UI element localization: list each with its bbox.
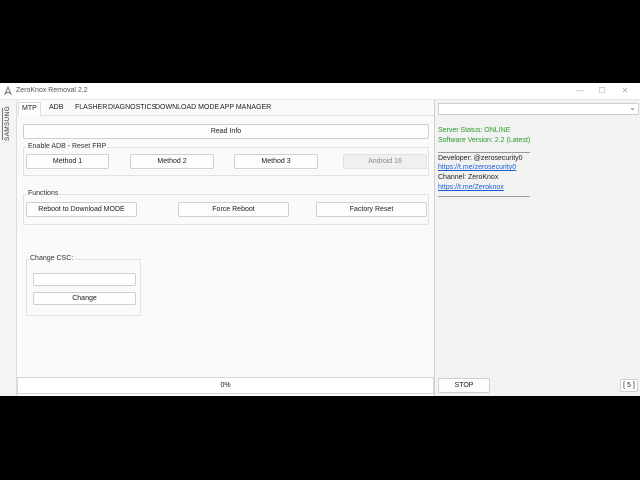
functions-group-title: Functions	[27, 190, 60, 197]
reboot-download-mode-button[interactable]: Reboot to Download MODE	[26, 202, 137, 217]
force-reboot-button[interactable]: Force Reboot	[178, 202, 289, 217]
method1-button[interactable]: Method 1	[26, 154, 109, 169]
csc-input[interactable]	[33, 273, 136, 286]
active-tab-indicator	[2, 108, 3, 140]
tab-app-manager[interactable]: APP MANAGER	[220, 104, 271, 111]
main-pane: MTP ADB FLASHER DIAGNOSTICS DOWNLOAD MOD…	[17, 100, 434, 396]
developer-label: Developer: @zerosecurity0	[438, 155, 523, 162]
method3-button[interactable]: Method 3	[234, 154, 318, 169]
channel-link[interactable]: https://t.me/Zeroknox	[438, 184, 504, 191]
factory-reset-button[interactable]: Factory Reset	[316, 202, 427, 217]
tab-strip: MTP ADB FLASHER DIAGNOSTICS DOWNLOAD MOD…	[17, 102, 434, 116]
method2-button[interactable]: Method 2	[130, 154, 214, 169]
chevron-down-icon: ⌄	[629, 103, 636, 112]
tab-download-mode[interactable]: DOWNLOAD MODE	[155, 104, 219, 111]
enable-adb-group-title: Enable ADB - Reset FRP	[27, 143, 108, 150]
divider-top	[438, 152, 530, 153]
read-info-button[interactable]: Read Info	[23, 124, 429, 139]
progress-percent: 0%	[220, 382, 231, 389]
tab-samsung[interactable]: SAMSUNG	[4, 106, 14, 142]
change-csc-button[interactable]: Change	[33, 292, 136, 305]
android16-button[interactable]: Android 16	[343, 154, 427, 169]
progress-bar: 0%	[17, 377, 434, 394]
tab-diagnostics[interactable]: DIAGNOSTICS	[108, 104, 156, 111]
app-logo-icon	[3, 86, 13, 96]
tab-mtp[interactable]: MTP	[18, 102, 41, 116]
tab-samsung-label: SAMSUNG	[4, 106, 11, 141]
change-csc-group	[26, 259, 141, 316]
vertical-tab-strip: SAMSUNG	[0, 100, 17, 396]
maximize-button[interactable]: ☐	[592, 84, 612, 98]
info-pane: ⌄ Server Status: ONLINE Software Version…	[434, 100, 640, 396]
developer-link[interactable]: https://t.me/zerosecurity0	[438, 164, 516, 171]
channel-label: Channel: ZeroKnox	[438, 174, 499, 181]
close-button[interactable]: ✕	[615, 84, 635, 98]
window-title: ZeroKnox Removal 2.2	[16, 87, 88, 94]
stop-button[interactable]: STOP	[438, 378, 490, 393]
change-csc-group-title: Change CSC:	[29, 255, 75, 262]
divider-bottom	[438, 196, 530, 197]
tab-adb[interactable]: ADB	[49, 104, 63, 111]
app-window: ZeroKnox Removal 2.2 — ☐ ✕ SAMSUNG MTP A…	[0, 83, 640, 396]
title-bar: ZeroKnox Removal 2.2 — ☐ ✕	[0, 83, 640, 100]
counter-badge: [ 5 ]	[620, 379, 638, 392]
mtp-panel: Read Info Enable ADB - Reset FRP Method …	[17, 116, 434, 376]
device-select[interactable]: ⌄	[438, 103, 639, 115]
tab-flasher[interactable]: FLASHER	[75, 104, 107, 111]
software-version: Software Version: 2.2 (Latest)	[438, 137, 531, 144]
minimize-button[interactable]: —	[570, 84, 590, 98]
server-status: Server Status: ONLINE	[438, 127, 511, 134]
